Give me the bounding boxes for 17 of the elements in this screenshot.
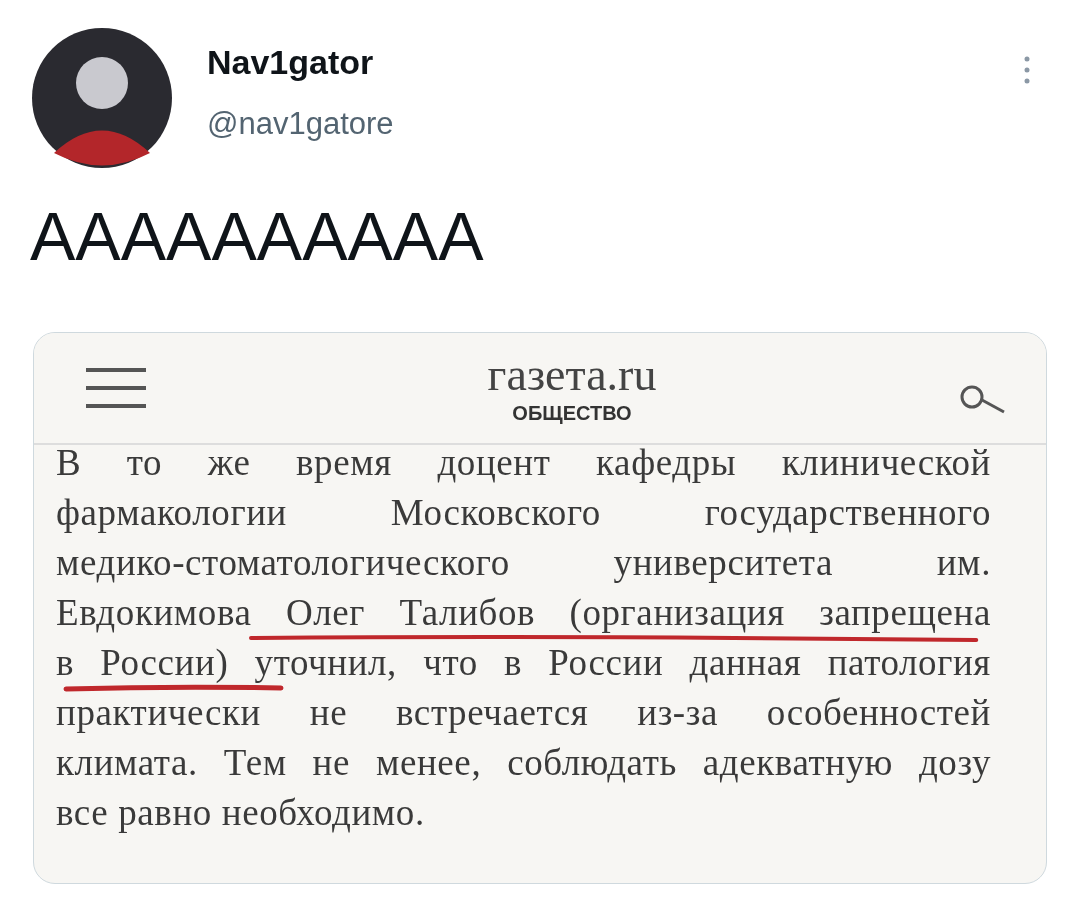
site-logo: газета.ru	[487, 351, 657, 398]
article-line: В то же время доцент кафедры клинической	[56, 445, 991, 481]
tweet-text: АААААААААА	[30, 197, 485, 276]
article-line: медико-стоматологического университета им.	[56, 545, 991, 581]
more-icon[interactable]	[1023, 55, 1031, 85]
author-handle[interactable]: @nav1gatore	[207, 104, 394, 144]
article-line: Евдокимова Олег Талибов (организация запрещена	[56, 595, 991, 631]
article-line: практически не встречается из-за особенностей	[56, 695, 991, 731]
author-name[interactable]: Nav1gator	[207, 38, 394, 86]
embedded-screenshot[interactable]	[33, 332, 1047, 884]
avatar-icon[interactable]	[32, 28, 172, 168]
section-label: ОБЩЕСТВО	[511, 401, 633, 425]
article-line: климата. Тем не менее, соблюдать адекватную дозу	[56, 745, 991, 781]
article-line: все равно необходимо.	[56, 795, 425, 831]
article-line: в России) уточнил, что в России данная патология	[56, 645, 991, 681]
article-line: фармакологии Московского государственного	[56, 495, 991, 531]
menu-icon	[86, 368, 146, 408]
